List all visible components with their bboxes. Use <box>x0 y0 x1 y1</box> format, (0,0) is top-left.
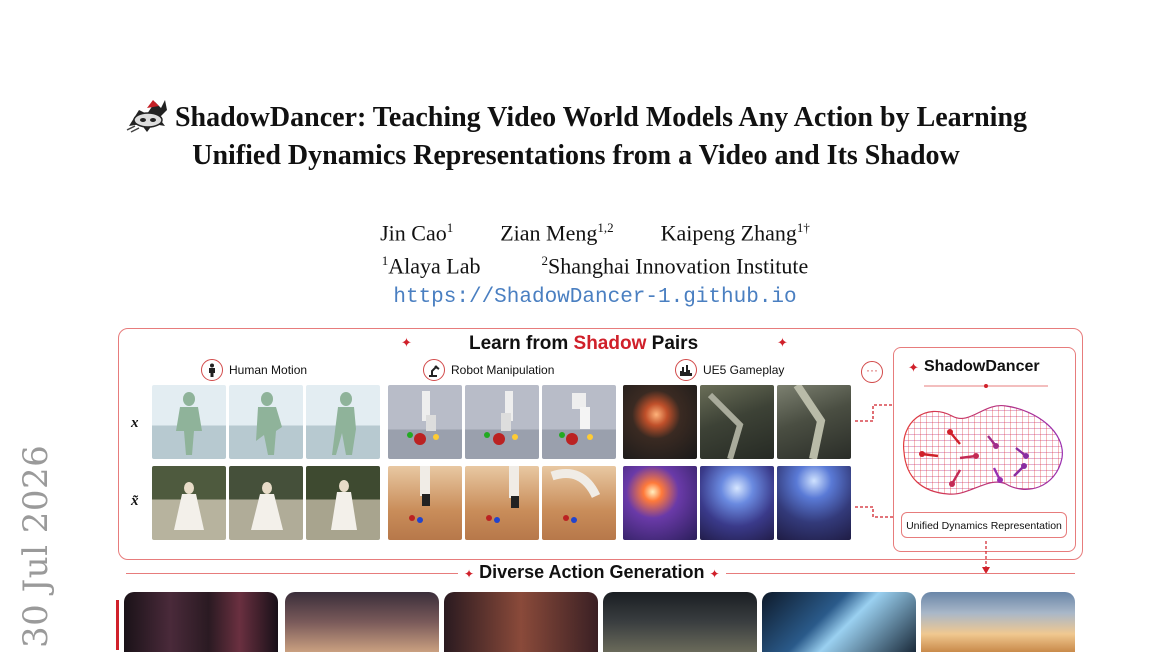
robot-rendered-frame <box>542 466 616 540</box>
row-label-x: x <box>131 415 139 431</box>
robot-shadow-frame <box>542 385 616 459</box>
paper-title: ShadowDancer: Teaching Video World Model… <box>0 96 1152 175</box>
human-rendered-frame <box>229 466 303 540</box>
author-name: Jin Cao <box>380 220 447 246</box>
category-human-motion: Human Motion <box>201 359 307 381</box>
learn-title: Learn from Shadow Pairs <box>469 333 699 354</box>
teaser-figure: ✦ ✦ Learn from Shadow Pairs Human Motion… <box>116 328 1084 652</box>
human-rendered-frame <box>306 466 380 540</box>
affiliation: Shanghai Innovation Institute <box>547 253 809 279</box>
author-name: Zian Meng <box>500 220 598 246</box>
shadowdancer-model-panel: ✦ ShadowDancer Unified Dynamics Represen… <box>893 347 1076 552</box>
generated-frame <box>762 592 916 652</box>
generated-video-strip <box>124 592 1084 652</box>
model-name: ShadowDancer <box>924 358 1040 375</box>
human-shadow-frame <box>152 385 226 459</box>
author-name: Kaipeng Zhang <box>660 220 797 246</box>
robot-shadow-frame <box>465 385 539 459</box>
author-list: Jin Cao1 Zian Meng1,2 Kaipeng Zhang1† <box>380 220 810 246</box>
game-shadow-frame <box>700 385 774 459</box>
human-rendered-frame <box>152 466 226 540</box>
learn-from-shadow-panel: ✦ ✦ Learn from Shadow Pairs Human Motion… <box>118 328 1083 574</box>
game-rendered-frame <box>623 466 697 540</box>
unified-dynamics-representation-label: Unified Dynamics Representation <box>901 512 1067 538</box>
generation-accent-bar <box>116 600 119 650</box>
human-shadow-frame <box>229 385 303 459</box>
game-shadow-frame <box>777 385 851 459</box>
diverse-action-generation-header: ✦ Diverse Action Generation ✦ <box>118 562 1083 586</box>
generated-frame <box>285 592 439 652</box>
project-url-link[interactable]: https://ShadowDancer-1.github.io <box>393 286 796 309</box>
game-rendered-frame <box>777 466 851 540</box>
title-line-1: ShadowDancer: Teaching Video World Model… <box>174 102 1028 133</box>
sparkle-icon: ✦ <box>777 335 788 350</box>
connector-arrows <box>855 404 893 518</box>
person-icon <box>201 359 223 381</box>
human-shadow-frame <box>306 385 380 459</box>
sparkle-icon: ✦ <box>401 335 412 350</box>
dynamics-manifold-mesh <box>903 405 1063 495</box>
row-label-x-tilde: x̃ <box>131 493 139 509</box>
side-date-text: 30 Jul 2026 <box>16 444 56 648</box>
category-robot-manipulation: Robot Manipulation <box>423 359 554 381</box>
more-categories-icon: ··· <box>861 361 883 383</box>
masked-dancer-logo-icon <box>126 100 167 133</box>
robot-rendered-frame <box>465 466 539 540</box>
generated-frame <box>921 592 1075 652</box>
robot-rendered-frame <box>388 466 462 540</box>
generated-frame <box>124 592 278 652</box>
category-ue5-gameplay: UE5 Gameplay <box>675 359 784 381</box>
title-line-2: Unified Dynamics Representations from a … <box>192 140 960 171</box>
generated-frame <box>603 592 757 652</box>
robot-arm-icon <box>423 359 445 381</box>
generated-frame <box>444 592 598 652</box>
game-shadow-frame <box>623 385 697 459</box>
affiliation: Alaya Lab <box>388 253 481 279</box>
city-skyline-icon <box>675 359 697 381</box>
sparkle-icon: ✦ <box>908 360 919 375</box>
game-rendered-frame <box>700 466 774 540</box>
author-block: Jin Cao1 Zian Meng1,2 Kaipeng Zhang1† 1A… <box>0 214 1152 312</box>
robot-shadow-frame <box>388 385 462 459</box>
affiliation-list: 1Alaya Lab 2Shanghai Innovation Institut… <box>381 253 809 279</box>
